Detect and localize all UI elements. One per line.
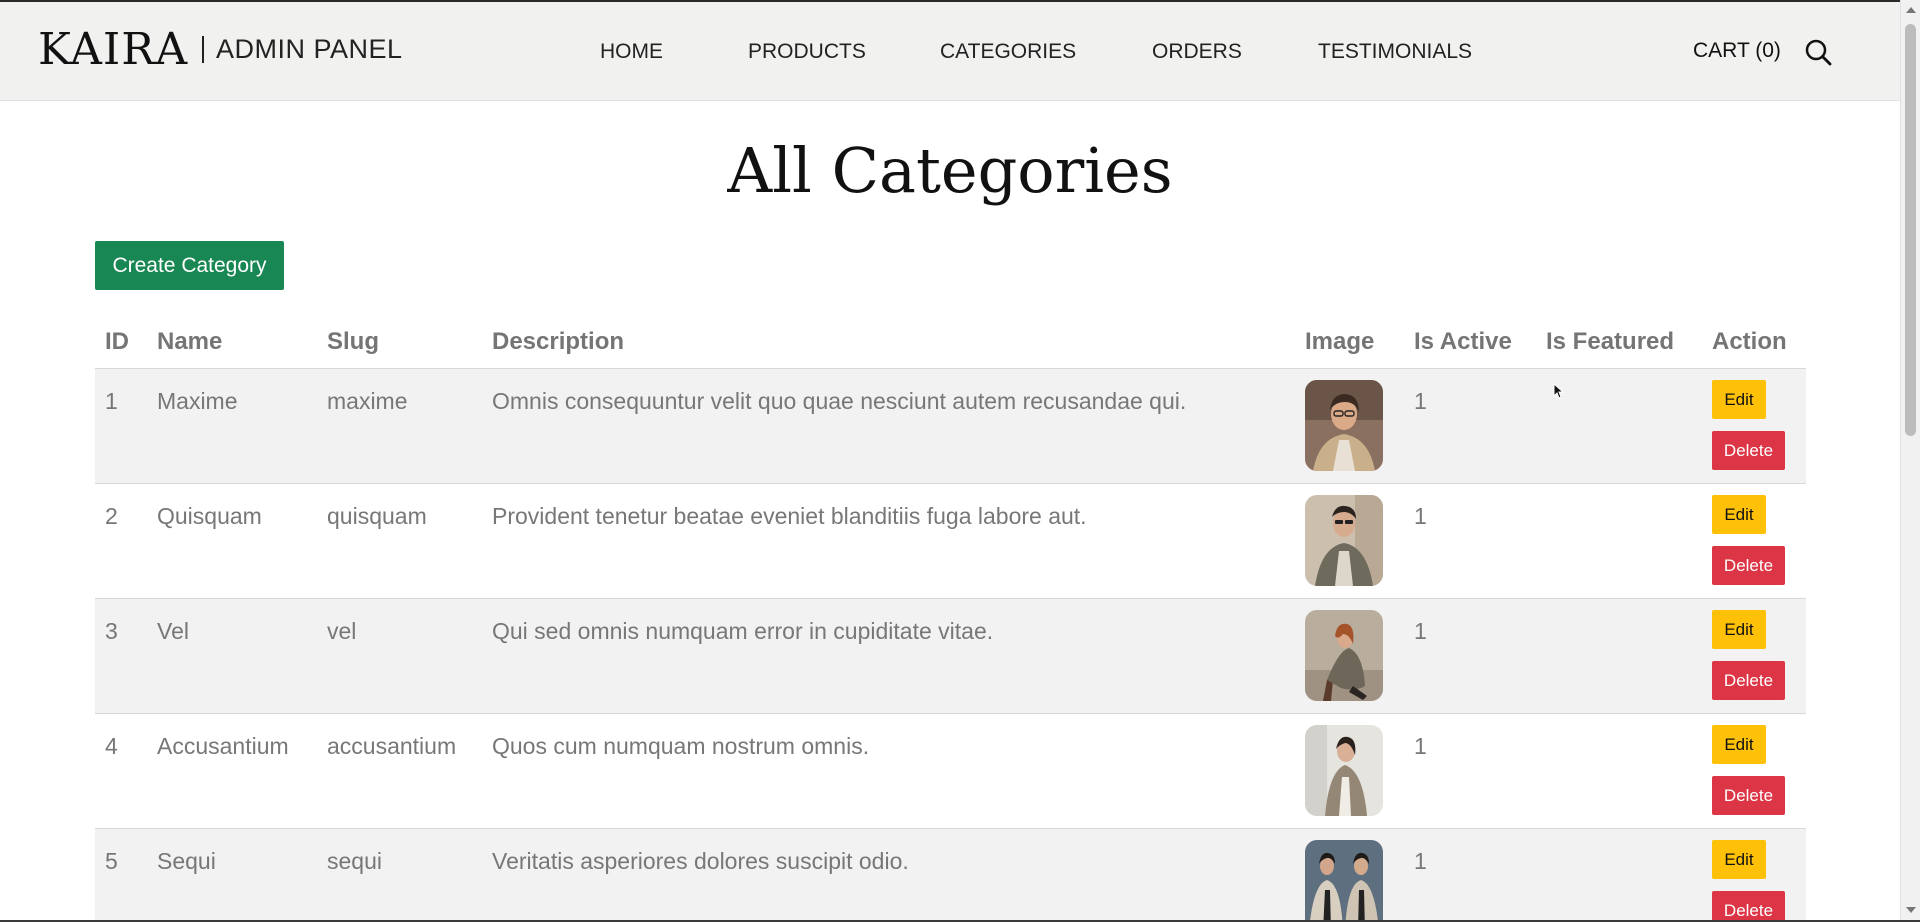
scrollbar-thumb[interactable] [1905,24,1916,436]
column-header-is-active: Is Active [1414,328,1512,355]
cell-id: 4 [105,733,118,759]
cell-is-active: 1 [1414,733,1427,759]
cell-name: Accusantium [157,733,289,759]
site-logo[interactable]: KAIRA [38,24,188,76]
column-header-image: Image [1305,328,1375,355]
cell-slug: quisquam [327,503,427,529]
category-image [1305,840,1383,920]
cart-link[interactable]: CART (0) [1693,38,1781,64]
scroll-up-arrow-icon[interactable] [1906,7,1916,13]
cell-is-active: 1 [1414,503,1427,529]
mouse-cursor-icon [1553,382,1565,399]
column-header-slug: Slug [327,328,379,355]
column-header-name: Name [157,328,223,355]
browser-viewport: KAIRA ADMIN PANEL HOME PRODUCTS CATEGORI… [0,0,1920,920]
cell-is-active: 1 [1414,388,1427,414]
column-header-id: ID [105,328,129,355]
admin-panel-label: ADMIN PANEL [216,34,403,64]
site-header: KAIRA ADMIN PANEL HOME PRODUCTS CATEGORI… [0,0,1900,101]
edit-button[interactable]: Edit [1712,840,1766,879]
column-header-is-featured: Is Featured [1546,328,1675,355]
nav-testimonials[interactable]: TESTIMONIALS [1318,39,1472,65]
cell-slug: maxime [327,388,408,414]
cell-slug: vel [327,618,357,644]
column-header-description: Description [492,328,625,355]
vertical-scrollbar[interactable] [1900,0,1920,920]
create-category-button[interactable]: Create Category [95,241,284,290]
cell-slug: accusantium [327,733,457,759]
delete-button[interactable]: Delete [1712,891,1785,920]
edit-button[interactable]: Edit [1712,725,1766,764]
table-row: 1 Maxime maxime Omnis consequuntur velit… [95,369,1806,484]
cell-id: 5 [105,848,118,874]
edit-button[interactable]: Edit [1712,380,1766,419]
delete-button[interactable]: Delete [1712,546,1785,585]
delete-button[interactable]: Delete [1712,661,1785,700]
scroll-down-arrow-icon[interactable] [1906,907,1916,913]
delete-button[interactable]: Delete [1712,431,1785,470]
table-row: 3 Vel vel Qui sed omnis numquam error in… [95,599,1806,714]
cell-slug: sequi [327,848,382,874]
categories-table: ID Name Slug Description Image Is Active… [95,318,1806,920]
cell-is-active: 1 [1414,618,1427,644]
nav-orders[interactable]: ORDERS [1152,39,1242,65]
cell-description: Omnis consequuntur velit quo quae nesciu… [492,388,1187,414]
logo-divider [202,36,204,63]
table-header: ID Name Slug Description Image Is Active… [95,318,1806,369]
cell-id: 1 [105,388,118,414]
column-header-action: Action [1712,328,1787,355]
nav-home[interactable]: HOME [600,39,663,65]
category-image [1305,725,1383,816]
cell-name: Vel [157,618,189,644]
table-row: 2 Quisquam quisquam Provident tenetur be… [95,484,1806,599]
category-image [1305,610,1383,701]
cell-description: Provident tenetur beatae eveniet blandit… [492,503,1087,529]
edit-button[interactable]: Edit [1712,495,1766,534]
edit-button[interactable]: Edit [1712,610,1766,649]
page-title: All Categories [727,134,1173,207]
cell-name: Maxime [157,388,238,414]
cell-description: Qui sed omnis numquam error in cupiditat… [492,618,994,644]
cell-id: 3 [105,618,118,644]
search-icon[interactable] [1804,38,1832,66]
cell-id: 2 [105,503,118,529]
cell-is-active: 1 [1414,848,1427,874]
cell-name: Sequi [157,848,216,874]
cell-description: Veritatis asperiores dolores suscipit od… [492,848,909,874]
nav-categories[interactable]: CATEGORIES [940,39,1076,65]
table-row: 4 Accusantium accusantium Quos cum numqu… [95,714,1806,829]
delete-button[interactable]: Delete [1712,776,1785,815]
cell-description: Quos cum numquam nostrum omnis. [492,733,870,759]
cell-name: Quisquam [157,503,262,529]
table-row: 5 Sequi sequi Veritatis asperiores dolor… [95,829,1806,920]
nav-products[interactable]: PRODUCTS [748,39,866,65]
category-image [1305,380,1383,471]
category-image [1305,495,1383,586]
